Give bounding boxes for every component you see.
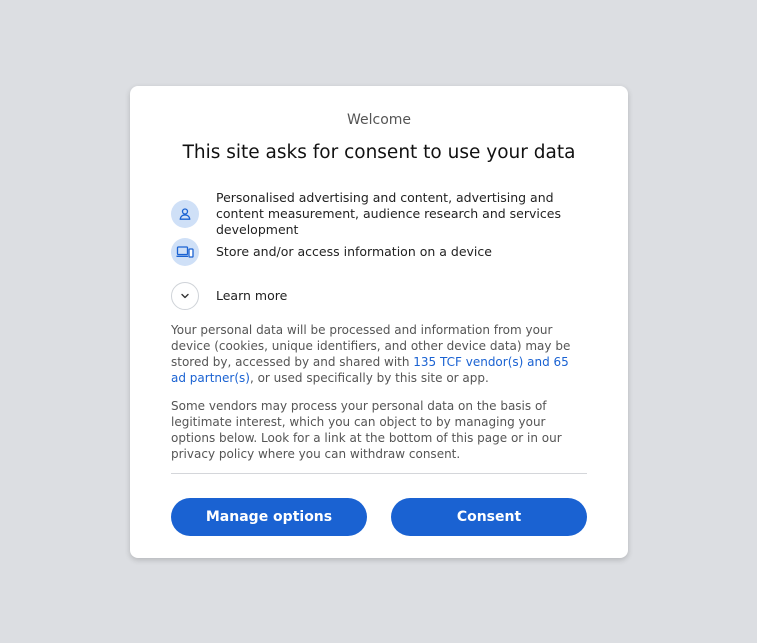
purpose-label: Store and/or access information on a dev… (216, 244, 492, 259)
paragraph-text: , or used specifically by this site or a… (249, 371, 489, 385)
welcome-label: Welcome (346, 112, 412, 128)
purpose-item-personalised-advertising: Personalised advertising and content, ad… (171, 190, 587, 238)
learn-more-label[interactable]: Learn more (216, 288, 287, 304)
consent-dialog: Welcome This site asks for consent to us… (130, 86, 628, 558)
manage-options-button[interactable]: Manage options (171, 498, 367, 536)
legitimate-interest-paragraph: Some vendors may process your personal d… (171, 399, 562, 461)
divider (171, 473, 587, 474)
devices-icon (171, 238, 199, 266)
purpose-item-store-access: Store and/or access information on a dev… (171, 238, 587, 266)
dialog-title: This site asks for consent to use your d… (182, 142, 576, 163)
consent-button[interactable]: Consent (391, 498, 587, 536)
data-processing-paragraph: Your personal data will be processed and… (171, 322, 587, 386)
chevron-down-icon[interactable] (171, 282, 199, 310)
person-icon (171, 200, 199, 228)
purpose-label: Personalised advertising and content, ad… (216, 190, 561, 237)
learn-more-toggle[interactable]: Learn more (171, 282, 587, 310)
